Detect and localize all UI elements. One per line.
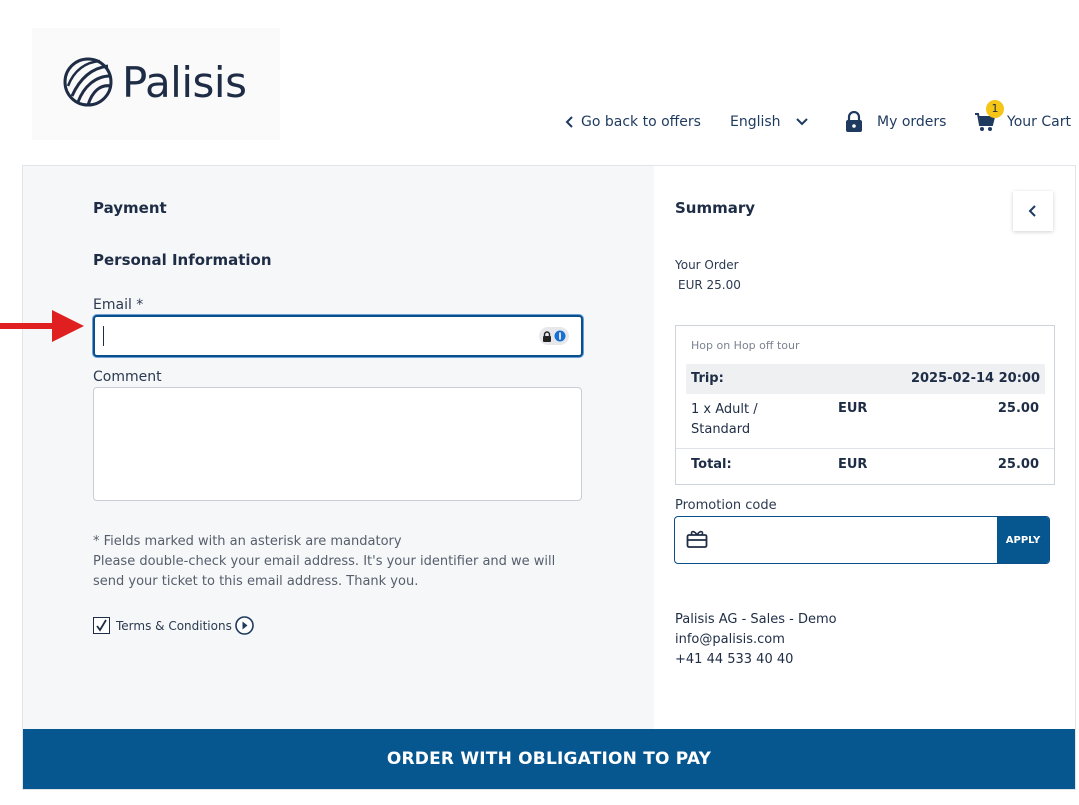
- tour-name: Hop on Hop off tour: [691, 339, 800, 352]
- form-notes: * Fields marked with an asterisk are man…: [93, 532, 573, 592]
- comment-label: Comment: [93, 369, 162, 385]
- cart-count-badge: 1: [986, 100, 1004, 118]
- my-orders-label: My orders: [877, 114, 947, 130]
- item-description: 1 x Adult / Standard: [691, 402, 758, 437]
- order-summary-table: Hop on Hop off tour Trip: 2025-02-14 20:…: [675, 325, 1055, 485]
- terms-label[interactable]: Terms & Conditions: [116, 619, 232, 633]
- email-field[interactable]: [93, 315, 583, 357]
- terms-checkbox[interactable]: [93, 617, 110, 634]
- gift-card-icon: [686, 530, 708, 548]
- info-circle-icon: [554, 330, 566, 342]
- company-name: Palisis AG - Sales - Demo: [675, 612, 837, 627]
- trip-datetime: 2025-02-14 20:00: [910, 371, 1040, 386]
- comment-textarea[interactable]: [93, 387, 582, 501]
- text-caret: [103, 326, 104, 346]
- collapse-summary-button[interactable]: [1013, 191, 1053, 231]
- play-circle-icon[interactable]: [235, 616, 254, 635]
- back-to-offers-link[interactable]: Go back to offers: [563, 111, 701, 133]
- annotation-arrow-icon: [0, 310, 84, 342]
- brand-logo[interactable]: Palisis: [32, 28, 280, 140]
- mandatory-note: * Fields marked with an asterisk are man…: [93, 534, 402, 549]
- brand-name: Palisis: [122, 58, 247, 107]
- promo-label: Promotion code: [675, 498, 777, 513]
- contact-phone[interactable]: +41 44 533 40 40: [675, 650, 837, 670]
- total-amount: 25.00: [997, 457, 1039, 472]
- total-label: Total:: [691, 457, 732, 472]
- item-currency: EUR: [838, 401, 868, 416]
- promo-code-field[interactable]: APPLY: [674, 516, 1050, 564]
- payment-title: Payment: [93, 199, 167, 217]
- language-selector[interactable]: English: [730, 111, 809, 133]
- cart-label: Your Cart: [1007, 114, 1071, 130]
- checkmark-icon: [96, 619, 107, 632]
- contact-email[interactable]: info@palisis.com: [675, 630, 837, 650]
- padlock-icon: [543, 330, 551, 342]
- summary-title: Summary: [675, 199, 756, 217]
- globe-logo-icon: [63, 57, 113, 107]
- password-manager-icon[interactable]: [539, 327, 569, 345]
- email-label: Email *: [93, 297, 144, 313]
- your-order-label: Your Order: [675, 258, 739, 272]
- trip-row: Trip: 2025-02-14 20:00: [686, 364, 1045, 394]
- email-note: Please double-check your email address. …: [93, 554, 556, 589]
- lock-icon: [846, 111, 862, 132]
- divider: [676, 448, 1054, 449]
- my-orders-link[interactable]: My orders: [845, 111, 946, 133]
- order-button[interactable]: ORDER WITH OBLIGATION TO PAY: [23, 729, 1075, 789]
- personal-info-title: Personal Information: [93, 251, 272, 269]
- total-currency: EUR: [838, 457, 868, 472]
- language-label: English: [730, 114, 781, 130]
- order-total-value: EUR 25.00: [678, 278, 741, 292]
- apply-promo-button[interactable]: APPLY: [997, 517, 1049, 563]
- chevron-down-icon: [795, 118, 808, 126]
- contact-info: Palisis AG - Sales - Demo info@palisis.c…: [675, 610, 837, 670]
- back-to-offers-label: Go back to offers: [581, 114, 701, 130]
- trip-label: Trip:: [691, 371, 724, 386]
- chevron-left-icon: [565, 116, 573, 128]
- item-amount: 25.00: [997, 401, 1039, 416]
- chevron-left-icon: [1028, 205, 1036, 217]
